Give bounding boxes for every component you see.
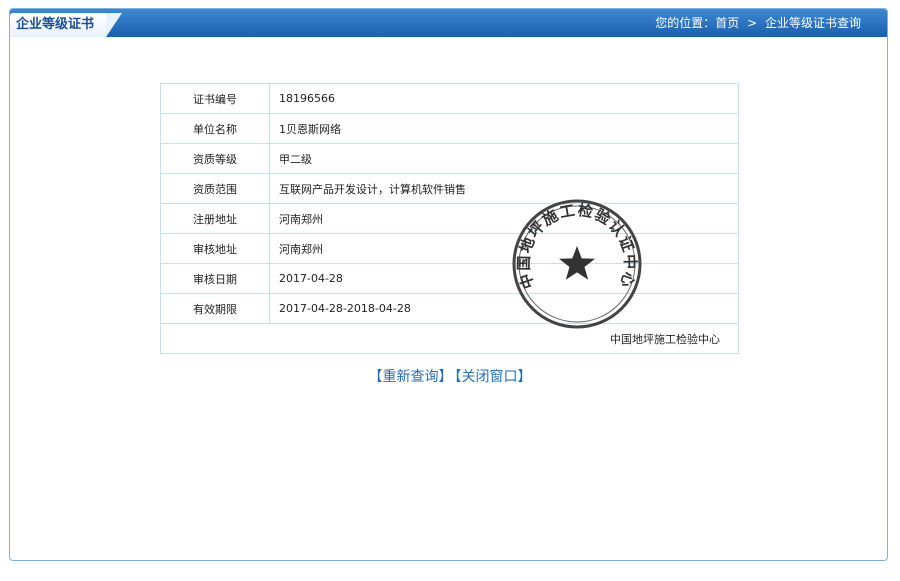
certificate-table: 证书编号 18196566 单位名称 1贝恩斯网络 资质等级 甲二级 资质范围 …: [160, 83, 739, 354]
issuer-row: 中国地坪施工检验中心: [160, 323, 739, 354]
row-label: 注册地址: [160, 203, 270, 234]
row-value: 甲二级: [269, 143, 739, 174]
breadcrumb: 您的位置：首页 > 企业等级证书查询: [651, 9, 861, 37]
table-row: 资质范围 互联网产品开发设计，计算机软件销售: [160, 173, 739, 204]
table-row: 审核地址 河南郑州: [160, 233, 739, 264]
panel-title: 企业等级证书: [10, 13, 122, 37]
row-value: 2017-04-28-2018-04-28: [269, 293, 739, 324]
breadcrumb-current: 企业等级证书查询: [764, 16, 861, 30]
row-label: 有效期限: [160, 293, 270, 324]
row-label: 资质范围: [160, 173, 270, 204]
row-label: 审核日期: [160, 263, 270, 294]
table-row: 资质等级 甲二级: [160, 143, 739, 174]
close-window-link[interactable]: 【关闭窗口】: [455, 369, 532, 385]
row-value: 互联网产品开发设计，计算机软件销售: [269, 173, 739, 204]
table-row: 单位名称 1贝恩斯网络: [160, 113, 739, 144]
panel-header: 企业等级证书 您的位置：首页 > 企业等级证书查询: [10, 9, 887, 37]
seal-star-icon: [559, 246, 595, 280]
issuer-name: 中国地坪施工检验中心: [160, 323, 739, 354]
breadcrumb-prefix: 您的位置：: [655, 16, 716, 30]
row-label: 证书编号: [160, 83, 270, 114]
row-value: 2017-04-28: [269, 263, 739, 294]
row-label: 资质等级: [160, 143, 270, 174]
row-value: 18196566: [269, 83, 739, 114]
row-label: 审核地址: [160, 233, 270, 264]
row-value: 河南郑州: [269, 203, 739, 234]
table-row: 审核日期 2017-04-28: [160, 263, 739, 294]
row-value: 1贝恩斯网络: [269, 113, 739, 144]
table-row: 注册地址 河南郑州: [160, 203, 739, 234]
breadcrumb-separator: >: [747, 16, 758, 30]
breadcrumb-home-link[interactable]: 首页: [715, 16, 739, 30]
table-row: 证书编号 18196566: [160, 83, 739, 114]
official-seal: 中国地坪施工检验认证中心: [512, 199, 642, 329]
requery-link[interactable]: 【重新查询】: [369, 369, 453, 385]
table-row: 有效期限 2017-04-28-2018-04-28: [160, 293, 739, 324]
action-links: 【重新查询】 【关闭窗口】: [0, 366, 900, 386]
row-label: 单位名称: [160, 113, 270, 144]
row-value: 河南郑州: [269, 233, 739, 264]
